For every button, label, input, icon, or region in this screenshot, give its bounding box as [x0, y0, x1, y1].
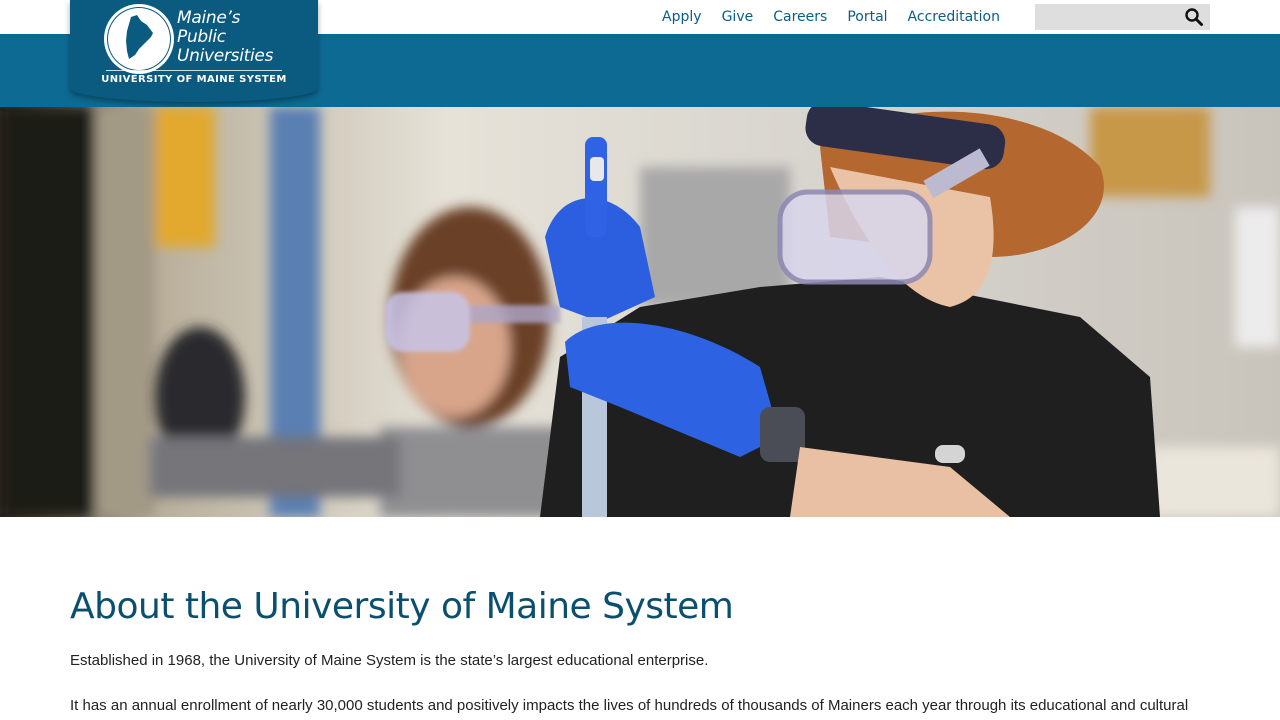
logo-subtitle: UNIVERSITY OF MAINE SYSTEM	[101, 74, 287, 85]
maine-seal-inner	[107, 7, 171, 71]
search-input[interactable]	[1035, 4, 1180, 30]
nav-link-careers[interactable]: Careers	[763, 0, 837, 34]
logo-wordmark: Maine’s Public Universities	[177, 9, 273, 66]
lab-photo-illustration	[0, 107, 1280, 517]
intro-paragraph: Established in 1968, the University of M…	[70, 652, 709, 669]
logo-divider	[106, 70, 282, 71]
nav-link-give[interactable]: Give	[712, 0, 764, 34]
maine-state-shape-icon	[108, 8, 170, 70]
hero-image	[0, 107, 1280, 517]
logo-line-3: Universities	[177, 46, 274, 66]
enrollment-paragraph: It has an annual enrollment of nearly 30…	[70, 697, 1189, 714]
logo-line-1: Maine’s	[177, 8, 241, 28]
search-icon[interactable]	[1184, 7, 1204, 27]
nav-link-portal[interactable]: Portal	[837, 0, 897, 34]
utility-nav: Apply Give Careers Portal Accreditation	[652, 0, 1010, 34]
page-title: About the University of Maine System	[70, 586, 734, 627]
nav-link-apply[interactable]: Apply	[652, 0, 712, 34]
site-logo[interactable]: Maine’s Public Universities UNIVERSITY O…	[70, 0, 318, 102]
logo-line-2: Public	[177, 27, 226, 47]
search-box	[1035, 4, 1210, 30]
nav-link-accreditation[interactable]: Accreditation	[898, 0, 1010, 34]
